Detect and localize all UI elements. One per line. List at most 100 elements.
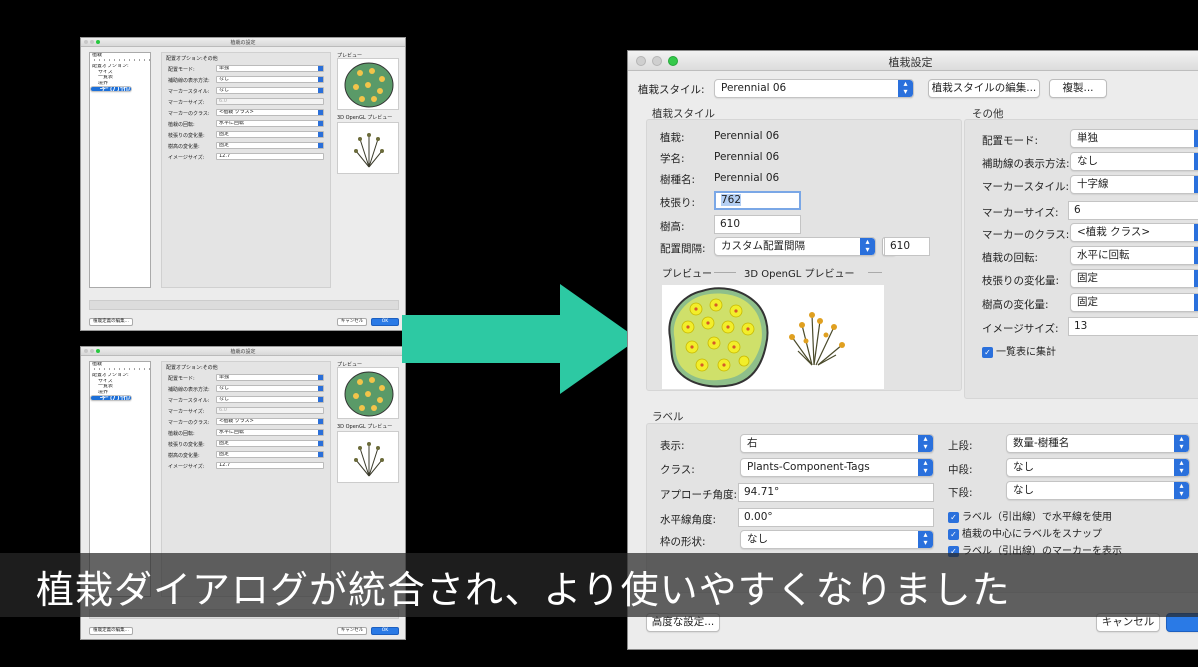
select-arrows-icon: ▴▾	[898, 80, 913, 97]
preview-label: プレビュー	[662, 269, 712, 280]
class-label: クラス:	[660, 464, 695, 476]
height-input[interactable]: 610	[714, 215, 801, 234]
schedule-checkbox[interactable]: ✓ 一覧表に集計	[982, 343, 1056, 358]
cancel-button[interactable]: キャンセル	[337, 627, 367, 635]
ok-button[interactable]: OK	[371, 627, 399, 635]
schedule-checkbox-label: 一覧表に集計	[996, 347, 1056, 358]
spacing-select[interactable]: カスタム配置間隔 ▴ ▾	[714, 237, 876, 256]
preview-box	[337, 58, 399, 110]
option-row: 補助線の表示方法: なし	[168, 76, 328, 84]
option-label: マーカーのクラス:	[168, 420, 210, 426]
other-option-label: マーカーのクラス:	[982, 229, 1070, 241]
display-select-value: 右	[747, 437, 758, 449]
option-label: マーカースタイル:	[168, 398, 210, 404]
option-label: 植栽の回転:	[168, 431, 195, 437]
other-option-label: マーカーサイズ:	[982, 207, 1059, 219]
horizontal-line-checkbox[interactable]: ✓ ラベル（引出線）で水平線を使用	[948, 508, 1112, 523]
other-option-label: 植栽の回転:	[982, 252, 1039, 264]
gl-preview-label: 3D OpenGL プレビュー	[744, 269, 855, 280]
frame-label: 枠の形状:	[660, 536, 706, 548]
other-option-label: 配置モード:	[982, 135, 1039, 147]
category-item[interactable]: その他	[90, 395, 132, 401]
select-arrows-icon: ▴▾	[1194, 270, 1198, 287]
select-arrows-icon: ▴▾	[1194, 247, 1198, 264]
other-option-select[interactable]: 単独 ▴▾	[1070, 129, 1198, 148]
other-option-select[interactable]: 固定 ▴▾	[1070, 293, 1198, 312]
other-option-input[interactable]: 13	[1068, 317, 1198, 336]
option-row: 樹高の変化量: 固定	[168, 451, 328, 459]
category-list: 植栽・・・・・・・・・・・・・・・・・・配置オプション:サイズ一覧表境界その他ラ…	[89, 52, 151, 288]
stage: 植栽の設定植栽・・・・・・・・・・・・・・・・・・配置オプション:サイズ一覧表境…	[0, 0, 1198, 667]
option-value[interactable]: 単独	[216, 65, 324, 72]
select-arrows-icon: ▴▾	[1194, 176, 1198, 193]
option-row: 樹高の変化量: 固定	[168, 142, 328, 150]
edit-definition-button[interactable]: 植栽定義の編集...	[89, 627, 133, 635]
option-value[interactable]: なし	[216, 76, 324, 83]
cancel-button[interactable]: キャンセル	[337, 318, 367, 326]
spacing-number-input[interactable]: 610	[884, 237, 930, 256]
option-value[interactable]: なし	[216, 385, 324, 392]
style-select[interactable]: Perennial 06 ▴ ▾	[714, 79, 914, 98]
upper-select[interactable]: 数量-樹種名 ▴ ▾	[1006, 434, 1190, 453]
lower-select[interactable]: なし ▴ ▾	[1006, 481, 1190, 500]
gl-preview-label: 3D OpenGL プレビュー	[337, 424, 393, 430]
plant-symbol-icon	[344, 62, 394, 108]
approach-label: アプローチ角度:	[660, 489, 738, 501]
option-value[interactable]: 固定	[216, 440, 324, 447]
options-panel: 配置オプション:その他 配置モード: 単独 補助線の表示方法: なし マーカースタイル: な…	[161, 52, 331, 288]
display-select[interactable]: 右 ▴ ▾	[740, 434, 934, 453]
option-value[interactable]: 単独	[216, 374, 324, 381]
option-value[interactable]: 固定	[216, 131, 324, 138]
snap-center-checkbox[interactable]: ✓ 植栽の中心にラベルをスナップ	[948, 525, 1102, 540]
latin-value: Perennial 06	[714, 151, 780, 163]
other-option-select[interactable]: なし ▴▾	[1070, 152, 1198, 171]
other-option-select[interactable]: 固定 ▴▾	[1070, 269, 1198, 288]
option-value[interactable]: 12.7	[216, 462, 324, 469]
horizontal-angle-input[interactable]: 0.00°	[738, 508, 934, 527]
option-label: マーカーサイズ:	[168, 409, 205, 415]
option-value[interactable]: <植栽 クラス>	[216, 418, 324, 425]
option-value[interactable]: なし	[216, 87, 324, 94]
other-option-select[interactable]: 水平に回転 ▴▾	[1070, 246, 1198, 265]
option-value[interactable]: 固定	[216, 142, 324, 149]
middle-select[interactable]: なし ▴ ▾	[1006, 458, 1190, 477]
option-label: 枝張りの変化量:	[168, 133, 205, 139]
option-value[interactable]: 6.0	[216, 407, 324, 414]
class-select[interactable]: Plants-Component-Tags ▴ ▾	[740, 458, 934, 477]
other-option-value: <植栽 クラス>	[1077, 226, 1151, 238]
other-option-label: 補助線の表示方法:	[982, 158, 1070, 170]
section-title: 配置オプション:その他	[166, 56, 218, 62]
spread-input[interactable]: 762	[714, 191, 801, 210]
edit-definition-button[interactable]: 植栽定義の編集...	[89, 318, 133, 326]
plant-3d-icon	[354, 133, 384, 168]
edit-style-button[interactable]: 植栽スタイルの編集...	[928, 79, 1040, 98]
option-value[interactable]: 水平に回転	[216, 429, 324, 436]
option-value[interactable]: <植栽 クラス>	[216, 109, 324, 116]
option-label: マーカーサイズ:	[168, 100, 205, 106]
arrow-right-icon	[402, 284, 638, 394]
option-row: マーカースタイル: なし	[168, 396, 328, 404]
option-row: 植栽の回転: 水平に回転	[168, 429, 328, 437]
label-group-title: ラベル	[652, 411, 684, 423]
other-option-value: 固定	[1077, 272, 1098, 284]
species-label: 樹種名:	[660, 174, 696, 186]
other-option-select[interactable]: 十字線 ▴▾	[1070, 175, 1198, 194]
option-value[interactable]: 6.0	[216, 98, 324, 105]
style-label: 植栽スタイル:	[638, 84, 705, 96]
option-row: マーカーサイズ: 6.0	[168, 98, 328, 106]
category-item[interactable]: その他	[90, 86, 132, 92]
other-option-select[interactable]: <植栽 クラス> ▴▾	[1070, 223, 1198, 242]
other-option-input[interactable]: 6	[1068, 201, 1198, 220]
frame-select[interactable]: なし ▴ ▾	[740, 530, 934, 549]
option-value[interactable]: 12.7	[216, 153, 324, 160]
approach-input[interactable]: 94.71°	[738, 483, 934, 502]
option-value[interactable]: 水平に回転	[216, 120, 324, 127]
ok-button[interactable]: OK	[371, 318, 399, 326]
duplicate-button[interactable]: 複製...	[1049, 79, 1107, 98]
option-value[interactable]: 固定	[216, 451, 324, 458]
option-value[interactable]: なし	[216, 396, 324, 403]
height-label: 樹高:	[660, 221, 685, 233]
option-row: イメージサイズ: 12.7	[168, 153, 328, 161]
divider	[868, 272, 882, 273]
option-row: 植栽の回転: 水平に回転	[168, 120, 328, 128]
